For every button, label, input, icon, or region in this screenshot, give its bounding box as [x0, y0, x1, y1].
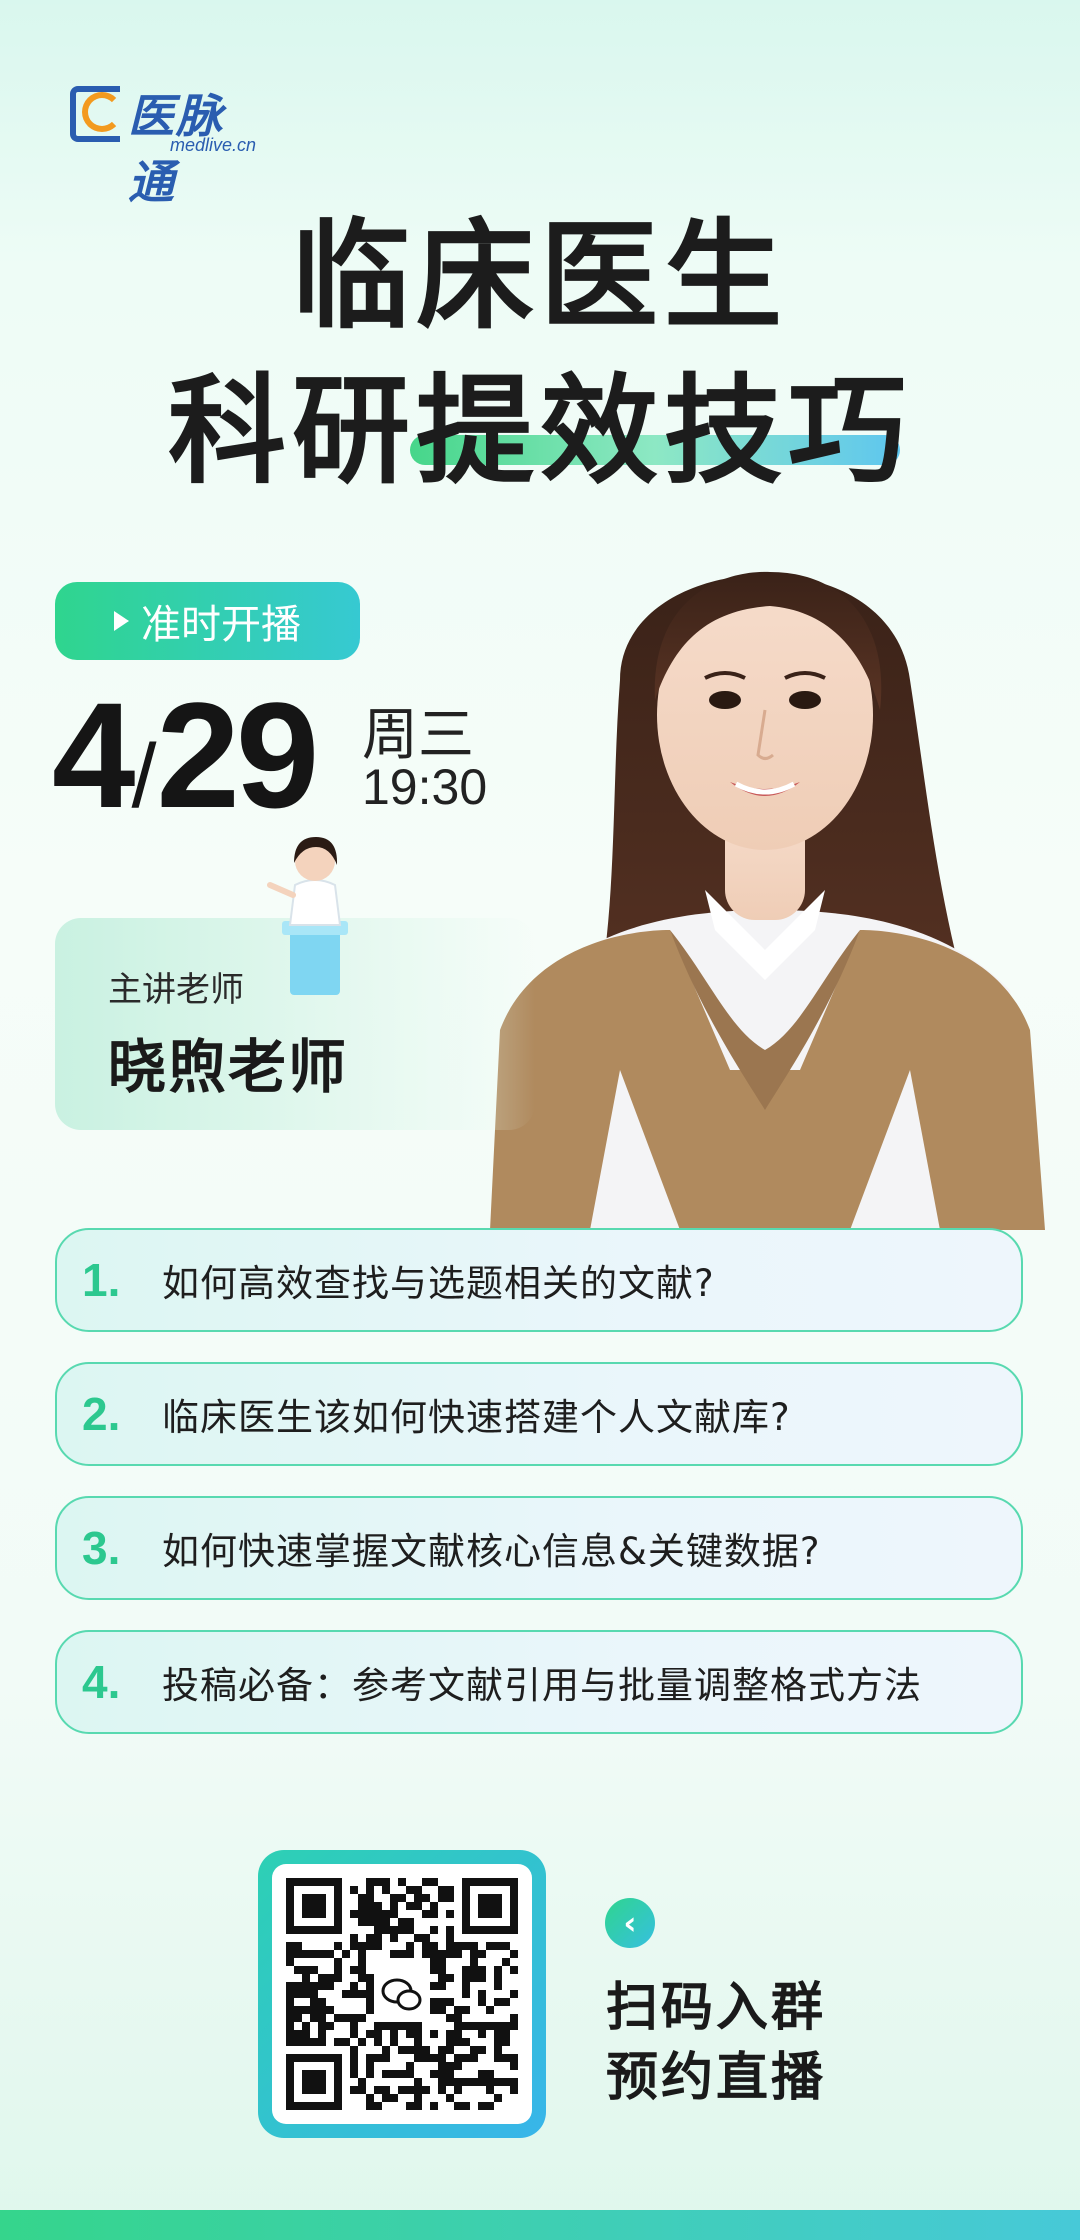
qr-code[interactable] [272, 1864, 532, 2124]
title-line-2: 科研提效技巧 [167, 362, 912, 500]
topic-text: 临床医生该如何快速搭建个人文献库? [162, 1396, 791, 1439]
date-day: 29 [156, 671, 319, 839]
teacher-label: 主讲老师 [108, 970, 244, 1010]
date-separator: / [131, 727, 157, 827]
medlive-logo: 医脉通 medlive.cn [70, 80, 270, 209]
topic-item-3: 3. 如何快速掌握文献核心信息&关键数据? [55, 1496, 1023, 1600]
title-line-1: 临床医生 [291, 207, 788, 345]
live-badge: 准时开播 [55, 582, 360, 660]
live-badge-label: 准时开播 [141, 602, 301, 648]
teacher-name: 晓煦老师 [108, 1033, 349, 1101]
bottom-bar [0, 2210, 1080, 2240]
cta-line-2: 预约直播 [606, 2048, 827, 2108]
topic-number: 3. [82, 1522, 121, 1574]
qr-code-frame [258, 1850, 546, 2138]
topic-number: 1. [82, 1254, 121, 1306]
logo-subtext: medlive.cn [170, 135, 257, 155]
topic-number: 2. [82, 1388, 121, 1440]
lecturer-illustration-icon [267, 837, 348, 995]
topic-item-4: 4. 投稿必备：参考文献引用与批量调整格式方法 [55, 1630, 1023, 1734]
presenter-photo [490, 571, 1045, 1230]
topic-number: 4. [82, 1656, 121, 1708]
date-month: 4 [52, 671, 135, 839]
play-icon [114, 611, 129, 631]
logo-ring-icon [82, 92, 122, 132]
event-time: 19:30 [362, 759, 488, 815]
cta-line-1: 扫码入群 [606, 1978, 827, 2038]
topic-text: 投稿必备：参考文献引用与批量调整格式方法 [162, 1664, 922, 1707]
topic-text: 如何快速掌握文献核心信息&关键数据? [162, 1530, 821, 1573]
chevron-left-icon: ‹ [605, 1898, 655, 1948]
topic-item-2: 2. 临床医生该如何快速搭建个人文献库? [55, 1362, 1023, 1466]
topic-item-1: 1. 如何高效查找与选题相关的文献? [55, 1228, 1023, 1332]
topic-text: 如何高效查找与选题相关的文献? [162, 1262, 715, 1305]
